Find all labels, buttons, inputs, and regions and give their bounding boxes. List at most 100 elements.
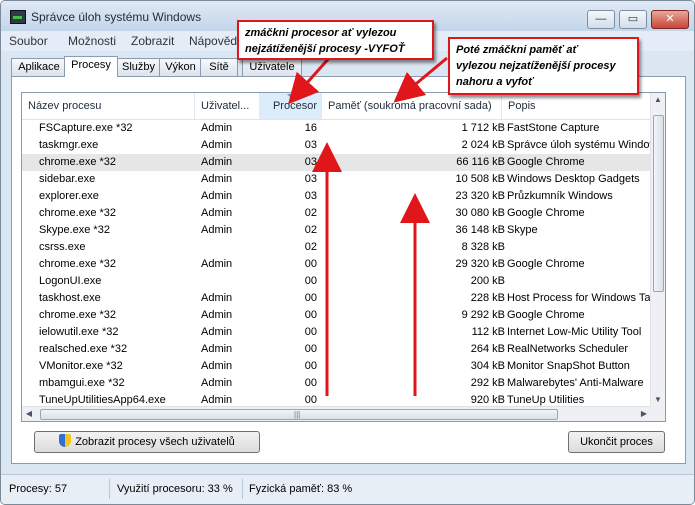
process-name-cell: mbamgui.exe *32 [39, 377, 125, 389]
horizontal-scrollbar[interactable]: ◀ ||| ▶ [22, 406, 651, 421]
show-all-users-button[interactable]: Zobrazit procesy všech uživatelů [34, 431, 260, 453]
table-row[interactable]: explorer.exe Admin 03 23 320 kB Průzkumník W… [22, 188, 651, 205]
user-cell: Admin [201, 207, 233, 219]
process-name-cell: realsched.exe *32 [39, 343, 128, 355]
cpu-cell: 03 [304, 173, 317, 185]
column-user[interactable]: Uživatel... [195, 93, 260, 119]
scroll-down-icon[interactable]: ▼ [651, 393, 665, 407]
column-cpu[interactable]: Procesor [260, 93, 322, 119]
user-cell: Admin [201, 258, 233, 270]
table-row[interactable]: LogonUI.exe 00 200 kB [22, 273, 651, 290]
memory-callout-note: Poté zmáčkni paměť ať vylezou nejzatížen… [448, 37, 639, 95]
user-cell: Admin [201, 173, 233, 185]
memory-cell: 8 328 kB [461, 241, 505, 253]
user-cell: Admin [201, 139, 233, 151]
table-row[interactable]: mbamgui.exe *32 Admin 00 292 kB Malwarebytes… [22, 375, 651, 392]
scroll-left-icon[interactable]: ◀ [22, 407, 36, 421]
cpu-cell: 00 [304, 377, 317, 389]
process-name-cell: taskmgr.exe [39, 139, 99, 151]
tab-aplikace[interactable]: Aplikace [11, 58, 67, 76]
table-row[interactable]: FSCapture.exe *32 Admin 16 1 712 kB FastSton… [22, 120, 651, 137]
process-name-cell: chrome.exe *32 [39, 156, 117, 168]
status-cpu-usage: Využití procesoru: 33 % [117, 483, 233, 495]
cpu-cell: 00 [304, 275, 317, 287]
close-icon[interactable]: ✕ [651, 10, 689, 29]
table-row[interactable]: chrome.exe *32 Admin 03 66 116 kB Google Chr… [22, 154, 651, 171]
scroll-right-icon[interactable]: ▶ [637, 407, 651, 421]
memory-cell: 30 080 kB [455, 207, 505, 219]
memory-callout-line-3: nahoru a vyfoť [456, 76, 534, 88]
show-all-users-label: Zobrazit procesy všech uživatelů [75, 436, 235, 448]
description-cell: Správce úloh systému Windows [507, 139, 651, 151]
process-list[interactable]: Název procesu Uživatel... Procesor Paměť… [21, 92, 666, 422]
minimize-icon[interactable]: — [587, 10, 615, 29]
user-cell: Admin [201, 343, 233, 355]
cpu-cell: 00 [304, 343, 317, 355]
table-row[interactable]: VMonitor.exe *32 Admin 00 304 kB Monitor Sna… [22, 358, 651, 375]
tab-uzivatele[interactable]: Uživatele [242, 58, 302, 76]
column-description[interactable]: Popis [502, 93, 651, 119]
scrollbar-corner [651, 407, 665, 421]
description-cell: Google Chrome [507, 156, 585, 168]
memory-cell: 9 292 kB [461, 309, 505, 321]
column-header: Název procesu Uživatel... Procesor Paměť… [22, 93, 651, 120]
column-process-name[interactable]: Název procesu [22, 93, 195, 119]
process-name-cell: csrss.exe [39, 241, 86, 253]
description-cell: Malwarebytes' Anti-Malware [507, 377, 644, 389]
menu-napoveda[interactable]: Nápověda [189, 34, 244, 48]
user-cell: Admin [201, 309, 233, 321]
tab-vykon[interactable]: Výkon [159, 58, 202, 76]
vertical-scrollbar[interactable]: ▲ ▼ [650, 93, 665, 407]
tab-site[interactable]: Sítě [200, 58, 238, 76]
table-row[interactable]: chrome.exe *32 Admin 00 9 292 kB Google Chro… [22, 307, 651, 324]
description-cell: Windows Desktop Gadgets [507, 173, 640, 185]
memory-cell: 292 kB [470, 377, 505, 389]
user-cell: Admin [201, 377, 233, 389]
menu-moznosti[interactable]: Možnosti [68, 34, 116, 48]
memory-cell: 36 148 kB [455, 224, 505, 236]
table-row[interactable]: taskmgr.exe Admin 03 2 024 kB Správce úloh s… [22, 137, 651, 154]
cpu-cell: 03 [304, 156, 317, 168]
maximize-icon[interactable]: ▭ [619, 10, 647, 29]
cpu-cell: 00 [304, 326, 317, 338]
vertical-scroll-thumb[interactable] [653, 115, 664, 292]
memory-cell: 29 320 kB [455, 258, 505, 270]
table-row[interactable]: csrss.exe 02 8 328 kB [22, 239, 651, 256]
user-cell: Admin [201, 292, 233, 304]
user-cell: Admin [201, 326, 233, 338]
cpu-callout-note: zmáčkni procesor ať vylezou nejzátíženěj… [237, 20, 434, 60]
user-cell: Admin [201, 224, 233, 236]
description-cell: Google Chrome [507, 207, 585, 219]
process-name-cell: VMonitor.exe *32 [39, 360, 123, 372]
description-cell: Monitor SnapShot Button [507, 360, 630, 372]
tab-sluzby[interactable]: Služby [116, 58, 161, 76]
memory-cell: 10 508 kB [455, 173, 505, 185]
column-memory[interactable]: Paměť (soukromá pracovní sada) [322, 93, 502, 119]
table-row[interactable]: ielowutil.exe *32 Admin 00 112 kB Internet L… [22, 324, 651, 341]
user-cell: Admin [201, 122, 233, 134]
table-row[interactable]: chrome.exe *32 Admin 00 29 320 kB Google Chr… [22, 256, 651, 273]
cpu-cell: 03 [304, 139, 317, 151]
table-row[interactable]: sidebar.exe Admin 03 10 508 kB Windows Deskt… [22, 171, 651, 188]
scroll-grip-icon: ||| [294, 410, 301, 419]
status-memory-usage: Fyzická paměť: 83 % [249, 483, 353, 495]
process-name-cell: taskhost.exe [39, 292, 101, 304]
memory-cell: 304 kB [470, 360, 505, 372]
tab-procesy[interactable]: Procesy [64, 56, 118, 77]
table-row[interactable]: taskhost.exe Admin 00 228 kB Host Process fo… [22, 290, 651, 307]
table-row[interactable]: realsched.exe *32 Admin 00 264 kB RealNetwor… [22, 341, 651, 358]
description-cell: Internet Low-Mic Utility Tool [507, 326, 642, 338]
memory-callout-line-1: Poté zmáčkni paměť ať [456, 44, 578, 56]
process-name-cell: Skype.exe *32 [39, 224, 110, 236]
menu-zobrazit[interactable]: Zobrazit [131, 34, 174, 48]
table-row[interactable]: Skype.exe *32 Admin 02 36 148 kB Skype [22, 222, 651, 239]
end-process-button[interactable]: Ukončit proces [568, 431, 665, 453]
memory-cell: 23 320 kB [455, 190, 505, 202]
memory-cell: 2 024 kB [461, 139, 505, 151]
memory-cell: 228 kB [470, 292, 505, 304]
memory-cell: 66 116 kB [456, 156, 505, 168]
menu-soubor[interactable]: Soubor [9, 34, 48, 48]
scroll-up-icon[interactable]: ▲ [651, 93, 665, 107]
memory-cell: 200 kB [470, 275, 505, 287]
table-row[interactable]: chrome.exe *32 Admin 02 30 080 kB Google Chr… [22, 205, 651, 222]
